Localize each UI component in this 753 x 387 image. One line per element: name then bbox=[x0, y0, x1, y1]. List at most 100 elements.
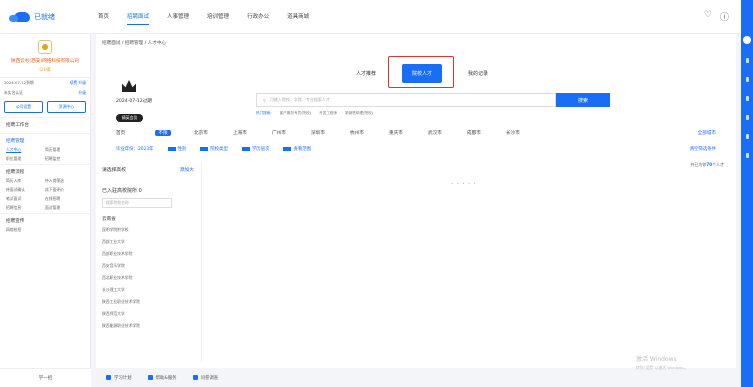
float-item-icon[interactable] bbox=[745, 153, 749, 158]
app-logo[interactable]: 已就绪 bbox=[0, 11, 98, 22]
menu-process-item[interactable]: 待入岗筛选 bbox=[45, 178, 84, 184]
city-option[interactable]: 杭州市 bbox=[350, 130, 389, 136]
renew-link[interactable]: 续费 升级 bbox=[70, 80, 86, 86]
hot-search-item[interactable]: 新销售助理(院校) bbox=[345, 111, 373, 116]
float-item-icon[interactable] bbox=[745, 134, 749, 139]
city-filter: 首页 不限 北京市 上海市 广州市 深圳市 杭州市 重庆市 武汉市 成都市 长沙… bbox=[116, 130, 716, 136]
auth-row: 未实名认证 升级 bbox=[0, 88, 90, 98]
hot-search-item[interactable]: 开发工程师 bbox=[319, 111, 337, 116]
city-option[interactable]: 成都市 bbox=[467, 130, 506, 136]
menu-process-item[interactable]: 招聘信息 bbox=[6, 205, 45, 211]
bottom-link-survey[interactable]: 问卷调查 bbox=[193, 375, 219, 381]
school-item[interactable]: 西安音乐学院 bbox=[102, 260, 194, 272]
menu-monitor[interactable]: 招聘监控 bbox=[45, 156, 84, 162]
nav-office[interactable]: 行政办公 bbox=[247, 8, 269, 25]
member-badge: 精英会员 bbox=[116, 114, 144, 122]
city-option[interactable]: 武汉市 bbox=[428, 130, 467, 136]
company-card: 陕西云杉(西安)网络科技有限公司 Q1级 bbox=[0, 34, 90, 78]
sidebar: 陕西云杉(西安)网络科技有限公司 Q1级 2024-07-12到期 续费 升级 … bbox=[0, 34, 91, 368]
member-profile: 2024-07-12过期 精英会员 bbox=[116, 80, 176, 123]
expiry-row: 2024-07-12到期 续费 升级 bbox=[0, 78, 90, 88]
city-option[interactable]: 长沙市 bbox=[506, 130, 545, 136]
add-school-link[interactable]: 添加大 bbox=[180, 166, 194, 173]
watermark-line1: 激活 Windows bbox=[636, 356, 677, 363]
tab-my-records[interactable]: 我的记录 bbox=[458, 64, 498, 83]
all-cities-link[interactable]: 全部城市 bbox=[698, 130, 716, 136]
float-item-icon[interactable] bbox=[745, 115, 749, 120]
filter-gender[interactable]: 性别 bbox=[167, 146, 187, 152]
float-item-icon[interactable] bbox=[745, 96, 749, 101]
result-suffix: 个人才 bbox=[712, 162, 724, 167]
sidebar-footer[interactable]: 学一招 bbox=[0, 368, 91, 387]
school-panel-title: 请选择高校 bbox=[102, 168, 126, 173]
school-item[interactable]: 西北职业技术学院 bbox=[102, 272, 194, 284]
highlight-box bbox=[388, 56, 454, 88]
search-button[interactable]: 搜索 bbox=[556, 93, 610, 107]
nav-store[interactable]: 道具商城 bbox=[287, 8, 309, 25]
nav-home[interactable]: 首页 bbox=[98, 8, 109, 25]
result-prefix: 共已为你 bbox=[690, 162, 707, 167]
city-option[interactable]: 首页 bbox=[116, 130, 155, 136]
auth-upgrade-link[interactable]: 升级 bbox=[78, 90, 86, 96]
school-item[interactable]: 西部职业技术学院 bbox=[102, 248, 194, 260]
menu-recruit-mgmt[interactable]: 招聘管理 bbox=[6, 138, 84, 144]
float-item-icon[interactable] bbox=[745, 77, 749, 82]
school-item[interactable]: 长沙理工大学 bbox=[102, 284, 194, 296]
school-item[interactable]: 陕西能源职业技术学院 bbox=[102, 320, 194, 332]
clear-filters-link[interactable]: 清空筛选条件 bbox=[690, 146, 716, 152]
filter-school-type[interactable]: 院校类型 bbox=[200, 146, 228, 152]
nav-training[interactable]: 培训管理 bbox=[207, 8, 229, 25]
filter-label: 院校类型 bbox=[210, 147, 228, 152]
school-search-input[interactable]: 搜索院校名称 bbox=[102, 198, 172, 208]
avatar-icon[interactable] bbox=[743, 36, 751, 44]
nav-recruit[interactable]: 招聘面试 bbox=[127, 8, 150, 25]
menu-campus-item[interactable]: 网络校招 bbox=[6, 227, 45, 233]
menu-process-item[interactable]: 面试管理 bbox=[45, 205, 84, 211]
school-item[interactable]: 陕西师范大学 bbox=[102, 308, 194, 320]
menu-process-item[interactable]: 成下面评价 bbox=[45, 187, 84, 193]
tab-recommend[interactable]: 人才推荐 bbox=[346, 64, 386, 83]
company-settings-button[interactable]: 公司设置 bbox=[4, 101, 43, 113]
city-option[interactable]: 北京市 bbox=[194, 130, 233, 136]
filter-label: 性别 bbox=[177, 147, 187, 152]
filter-row: 毕业年份：2023年 性别 院校类型 学历层次 查看范围 清空筛选条件 bbox=[116, 146, 716, 152]
float-item-icon[interactable] bbox=[745, 58, 749, 63]
main-nav: 首页 招聘面试 人事管理 培训管理 行政办公 道具商城 bbox=[98, 8, 309, 25]
menu-process[interactable]: 招聘流程 bbox=[6, 169, 84, 175]
filter-scope[interactable]: 查看范围 bbox=[283, 146, 311, 152]
menu-talent-center[interactable]: 人才中心 bbox=[6, 147, 45, 153]
nav-hr[interactable]: 人事管理 bbox=[167, 8, 189, 25]
menu-resume-mgmt[interactable]: 简历管理 bbox=[45, 147, 84, 153]
province-label: 云南省 bbox=[102, 217, 116, 222]
resource-center-button[interactable]: 资源中心 bbox=[47, 101, 86, 113]
menu-workbench[interactable]: 招聘工作台 bbox=[6, 122, 84, 128]
school-panel: 请选择高校 添加大 已入驻高校院所 0 搜索院校名称 云南省 昆明学院附学校 西… bbox=[102, 162, 194, 362]
filter-label: 学历层次 bbox=[251, 147, 270, 152]
bottom-link-study[interactable]: 学习计划 bbox=[106, 375, 132, 381]
city-option[interactable]: 不限 bbox=[155, 130, 171, 136]
menu-job-mgmt[interactable]: 职位管理 bbox=[6, 156, 45, 162]
city-option[interactable]: 广州市 bbox=[272, 130, 311, 136]
city-option[interactable]: 上海市 bbox=[233, 130, 272, 136]
menu-process-item[interactable]: 待面试确认 bbox=[6, 187, 45, 193]
menu-process-item[interactable]: 简历入库 bbox=[6, 178, 45, 184]
filter-grad-year[interactable]: 毕业年份：2023年 bbox=[116, 146, 154, 152]
talent-search-input[interactable]: ⚲ 可输入院校、学院、专业搜索人才 bbox=[256, 93, 556, 107]
help-icon[interactable]: ⓘ bbox=[720, 10, 729, 23]
school-item[interactable]: 西部工业大学 bbox=[102, 236, 194, 248]
bell-icon[interactable]: ♡ bbox=[704, 10, 712, 23]
city-option[interactable]: 重庆市 bbox=[389, 130, 428, 136]
filter-label: 查看范围 bbox=[293, 147, 312, 152]
bottom-links: 学习计划 帮助&服务 问卷调查 bbox=[96, 368, 736, 387]
menu-process-item[interactable]: 笔试面试 bbox=[6, 196, 45, 202]
cloud-icon bbox=[9, 11, 30, 22]
school-item[interactable]: 昆明学院附学校 bbox=[102, 224, 194, 236]
menu-campus[interactable]: 招聘宣传 bbox=[6, 218, 84, 224]
city-option[interactable]: 深圳市 bbox=[311, 130, 350, 136]
menu-process-item[interactable]: 在线招聘 bbox=[45, 196, 84, 202]
bottom-link-help[interactable]: 帮助&服务 bbox=[148, 375, 177, 381]
hot-search-item[interactable]: 客户服务专员(院校) bbox=[280, 111, 312, 116]
filter-degree[interactable]: 学历层次 bbox=[241, 146, 270, 152]
school-item[interactable]: 陕西工业职业技术学院 bbox=[102, 296, 194, 308]
filter-tag-icon bbox=[283, 146, 292, 151]
